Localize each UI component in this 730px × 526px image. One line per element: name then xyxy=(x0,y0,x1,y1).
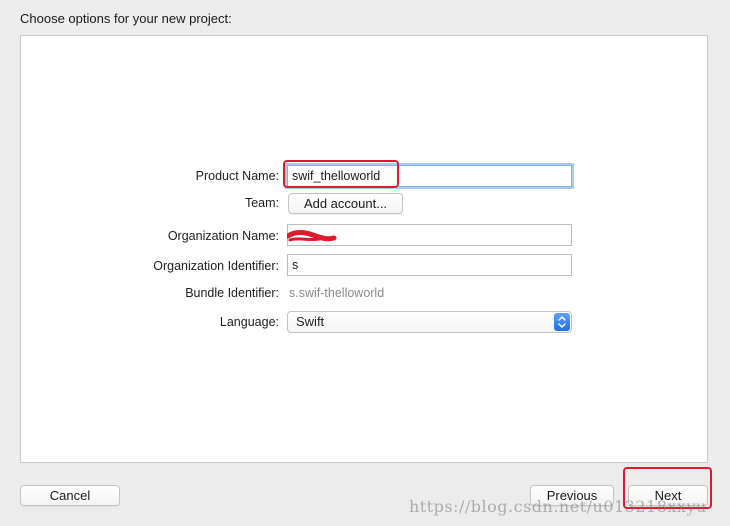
add-account-button[interactable]: Add account... xyxy=(288,193,403,214)
organization-name-label: Organization Name: xyxy=(167,229,279,243)
product-name-label: Product Name: xyxy=(195,169,279,183)
organization-identifier-field[interactable] xyxy=(287,254,572,276)
language-select[interactable]: Swift xyxy=(287,311,572,333)
language-selected-value: Swift xyxy=(296,314,325,329)
redaction-scribble xyxy=(287,230,337,242)
watermark-text: https://blog.csdn.net/u013218xxyu xyxy=(409,497,707,516)
options-panel xyxy=(20,35,708,463)
language-label: Language: xyxy=(219,315,279,329)
chevron-up-down-icon xyxy=(554,313,570,331)
bundle-identifier-label: Bundle Identifier: xyxy=(185,286,279,300)
cancel-button[interactable]: Cancel xyxy=(20,485,120,506)
page-title: Choose options for your new project: xyxy=(20,11,232,26)
team-label: Team: xyxy=(244,196,279,210)
bundle-identifier-value: s.swif-thelloworld xyxy=(289,286,385,300)
product-name-field[interactable] xyxy=(287,165,572,187)
organization-identifier-label: Organization Identifier: xyxy=(153,259,279,273)
